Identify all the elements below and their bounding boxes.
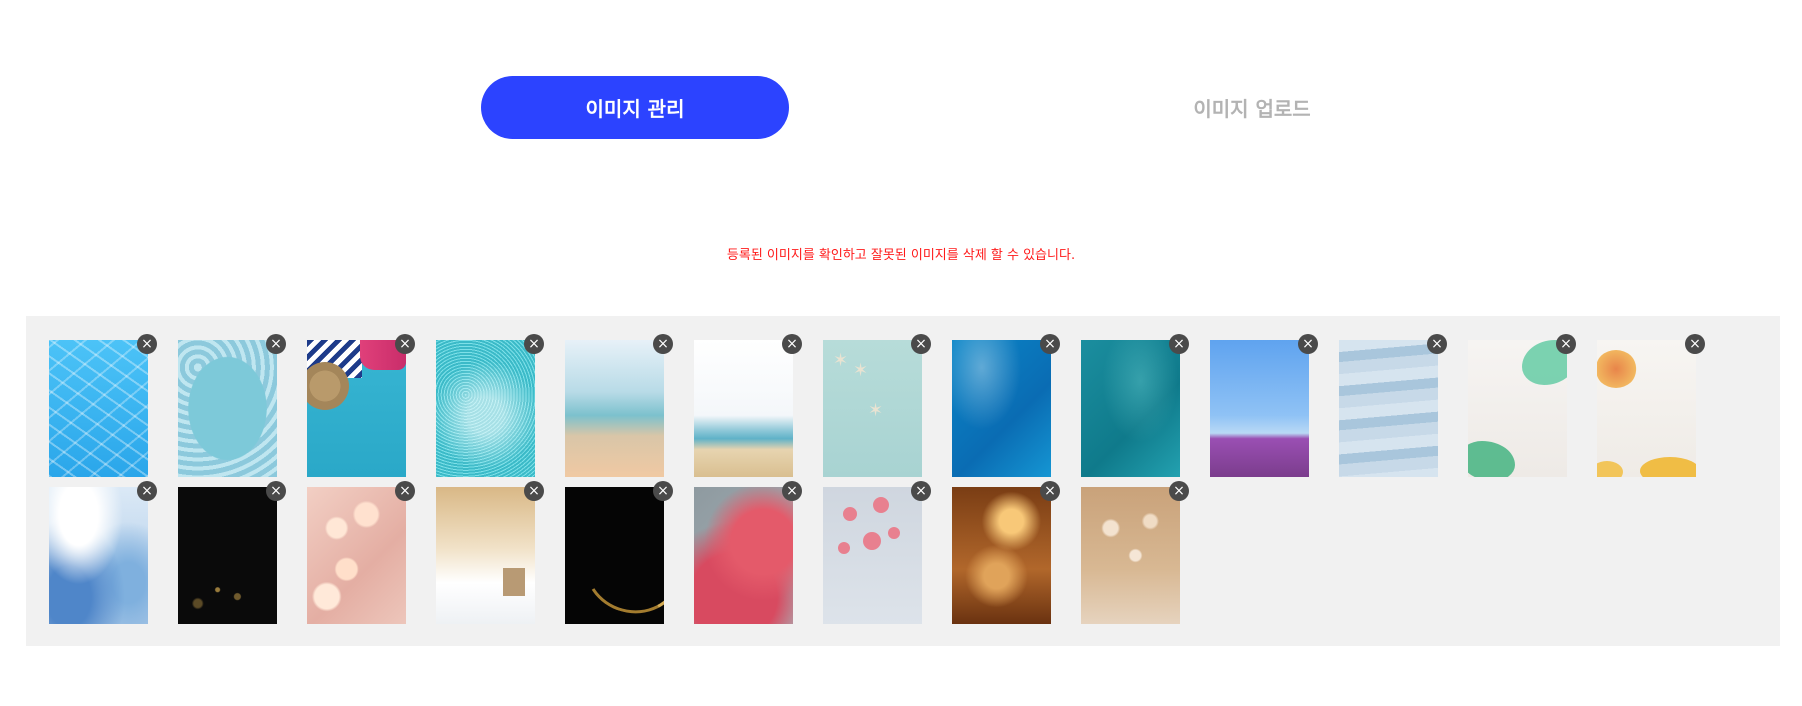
thumbnail-image bbox=[49, 340, 148, 477]
thumbnail-image bbox=[1081, 487, 1180, 624]
delete-icon[interactable]: × bbox=[1040, 334, 1060, 354]
thumbnail-item[interactable]: × bbox=[436, 334, 544, 477]
thumbnail-item[interactable]: × bbox=[1339, 334, 1447, 477]
delete-icon[interactable]: × bbox=[1427, 334, 1447, 354]
thumbnail-image bbox=[1081, 340, 1180, 477]
thumbnail-image bbox=[1597, 340, 1696, 477]
thumbnail-image: ✶ ✶ ✶ bbox=[823, 340, 922, 477]
thumbnail-item[interactable]: × bbox=[1468, 334, 1576, 477]
thumbnail-item[interactable]: × bbox=[1210, 334, 1318, 477]
thumbnail-image bbox=[694, 487, 793, 624]
tab-bar: 이미지 관리 이미지 업로드 bbox=[0, 0, 1802, 160]
thumbnail-item[interactable]: × bbox=[49, 334, 157, 477]
delete-icon[interactable]: × bbox=[137, 481, 157, 501]
thumbnail-image bbox=[565, 340, 664, 477]
thumbnail-item[interactable]: × bbox=[565, 334, 673, 477]
thumbnail-item[interactable]: × bbox=[49, 481, 157, 624]
thumbnail-image bbox=[952, 340, 1051, 477]
thumbnail-item[interactable]: × bbox=[952, 334, 1060, 477]
delete-icon[interactable]: × bbox=[1685, 334, 1705, 354]
delete-icon[interactable]: × bbox=[782, 481, 802, 501]
delete-icon[interactable]: × bbox=[137, 334, 157, 354]
delete-icon[interactable]: × bbox=[653, 481, 673, 501]
delete-icon[interactable]: × bbox=[524, 334, 544, 354]
delete-icon[interactable]: × bbox=[1169, 334, 1189, 354]
tab-image-management[interactable]: 이미지 관리 bbox=[481, 76, 789, 139]
thumbnail-image bbox=[1339, 340, 1438, 477]
thumbnail-item[interactable]: × bbox=[694, 481, 802, 624]
thumbnail-item[interactable]: × bbox=[436, 481, 544, 624]
delete-icon[interactable]: × bbox=[1169, 481, 1189, 501]
thumbnail-item[interactable]: × bbox=[307, 334, 415, 477]
thumbnail-item[interactable]: × bbox=[952, 481, 1060, 624]
delete-icon[interactable]: × bbox=[266, 481, 286, 501]
image-gallery: × × × × × × ✶ ✶ ✶ × × × × × × × × × × × … bbox=[26, 316, 1780, 646]
thumbnail-image bbox=[307, 487, 406, 624]
thumbnail-item[interactable]: × bbox=[178, 334, 286, 477]
notice-text: 등록된 이미지를 확인하고 잘못된 이미지를 삭제 할 수 있습니다. bbox=[726, 248, 1076, 263]
tab-image-upload[interactable]: 이미지 업로드 bbox=[1098, 76, 1406, 139]
delete-icon[interactable]: × bbox=[653, 334, 673, 354]
thumbnail-item[interactable]: ✶ ✶ ✶ × bbox=[823, 334, 931, 477]
thumbnail-image bbox=[565, 487, 664, 624]
thumbnail-image bbox=[694, 340, 793, 477]
thumbnail-item[interactable]: × bbox=[1081, 334, 1189, 477]
thumbnail-image bbox=[1468, 340, 1567, 477]
thumbnail-image bbox=[49, 487, 148, 624]
delete-icon[interactable]: × bbox=[1298, 334, 1318, 354]
delete-icon[interactable]: × bbox=[395, 334, 415, 354]
thumbnail-item[interactable]: × bbox=[565, 481, 673, 624]
thumbnail-image bbox=[436, 340, 535, 477]
delete-icon[interactable]: × bbox=[782, 334, 802, 354]
delete-icon[interactable]: × bbox=[266, 334, 286, 354]
delete-icon[interactable]: × bbox=[911, 334, 931, 354]
thumbnail-image bbox=[436, 487, 535, 624]
thumbnail-item[interactable]: × bbox=[307, 481, 415, 624]
delete-icon[interactable]: × bbox=[1040, 481, 1060, 501]
thumbnail-item[interactable]: × bbox=[823, 481, 931, 624]
thumbnail-image bbox=[952, 487, 1051, 624]
delete-icon[interactable]: × bbox=[395, 481, 415, 501]
thumbnail-image bbox=[178, 487, 277, 624]
delete-icon[interactable]: × bbox=[1556, 334, 1576, 354]
delete-icon[interactable]: × bbox=[911, 481, 931, 501]
thumbnail-image bbox=[1210, 340, 1309, 477]
thumbnail-image bbox=[178, 340, 277, 477]
thumbnail-image bbox=[823, 487, 922, 624]
thumbnail-image bbox=[307, 340, 406, 477]
thumbnail-item[interactable]: × bbox=[1081, 481, 1189, 624]
delete-icon[interactable]: × bbox=[524, 481, 544, 501]
thumbnail-item[interactable]: × bbox=[178, 481, 286, 624]
thumbnail-item[interactable]: × bbox=[694, 334, 802, 477]
thumbnail-item[interactable]: × bbox=[1597, 334, 1705, 477]
